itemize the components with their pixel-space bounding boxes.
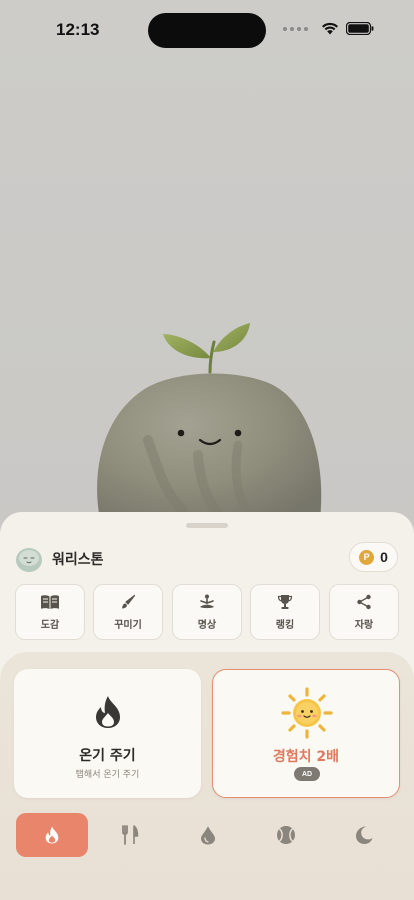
ad-badge: AD bbox=[294, 767, 320, 781]
trophy-icon bbox=[277, 594, 293, 609]
water-drop-icon bbox=[201, 826, 215, 845]
wifi-icon bbox=[322, 22, 338, 35]
menu-decorate-button[interactable]: 꾸미기 bbox=[93, 584, 163, 640]
flame-icon bbox=[45, 826, 59, 844]
app-screen: 12:13 워리스톤 P 0 도감 꾸미기 명상 랭킹 자랑 온기 주기 탭해서… bbox=[0, 0, 414, 900]
menu-share-button[interactable]: 자랑 bbox=[329, 584, 399, 640]
tab-water[interactable] bbox=[172, 813, 244, 857]
pet-avatar bbox=[16, 548, 42, 572]
flame-icon bbox=[96, 696, 120, 728]
brush-icon bbox=[122, 594, 136, 608]
tab-warmth[interactable] bbox=[16, 813, 88, 857]
menu-meditation-button[interactable]: 명상 bbox=[172, 584, 242, 640]
menu-label: 명상 bbox=[197, 619, 217, 631]
menu-label: 랭킹 bbox=[275, 619, 295, 631]
care-tab-bar bbox=[16, 813, 400, 857]
menu-collection-button[interactable]: 도감 bbox=[15, 584, 85, 640]
sun-icon bbox=[281, 687, 333, 739]
give-warmth-title: 온기 주기 bbox=[79, 748, 136, 764]
points-value: 0 bbox=[380, 549, 388, 565]
pet-stone-character[interactable] bbox=[88, 320, 333, 520]
give-warmth-card[interactable]: 온기 주기 탭해서 온기 주기 bbox=[14, 669, 201, 798]
ball-icon bbox=[277, 826, 295, 844]
signal-dots-icon bbox=[283, 26, 308, 31]
menu-row: 도감 꾸미기 명상 랭킹 자랑 bbox=[15, 584, 399, 640]
dynamic-island bbox=[148, 13, 266, 48]
battery-icon bbox=[346, 22, 374, 35]
action-area: 온기 주기 탭해서 온기 주기 경험치 2배 AD bbox=[0, 652, 414, 900]
tab-food[interactable] bbox=[94, 813, 166, 857]
menu-label: 도감 bbox=[40, 619, 60, 631]
menu-label: 자랑 bbox=[354, 619, 374, 631]
double-xp-card[interactable]: 경험치 2배 AD bbox=[212, 669, 400, 798]
status-indicators bbox=[283, 22, 374, 35]
menu-label: 꾸미기 bbox=[114, 619, 142, 631]
tab-sleep[interactable] bbox=[328, 813, 400, 857]
moon-icon bbox=[356, 826, 373, 844]
status-time: 12:13 bbox=[56, 20, 100, 39]
fork-knife-icon bbox=[122, 825, 139, 845]
pet-name: 워리스톤 bbox=[52, 552, 104, 568]
give-warmth-subtitle: 탭해서 온기 주기 bbox=[75, 770, 140, 780]
sheet-grabber[interactable] bbox=[186, 523, 228, 528]
bottom-sheet: 워리스톤 P 0 도감 꾸미기 명상 랭킹 자랑 온기 주기 탭해서 온기 주기… bbox=[0, 512, 414, 900]
tab-play[interactable] bbox=[250, 813, 322, 857]
book-icon bbox=[41, 594, 59, 609]
menu-ranking-button[interactable]: 랭킹 bbox=[250, 584, 320, 640]
double-xp-title: 경험치 2배 bbox=[272, 749, 340, 765]
point-coin-icon: P bbox=[359, 549, 375, 565]
share-icon bbox=[357, 594, 371, 609]
meditation-icon bbox=[200, 594, 214, 608]
points-balance[interactable]: P 0 bbox=[349, 542, 398, 572]
